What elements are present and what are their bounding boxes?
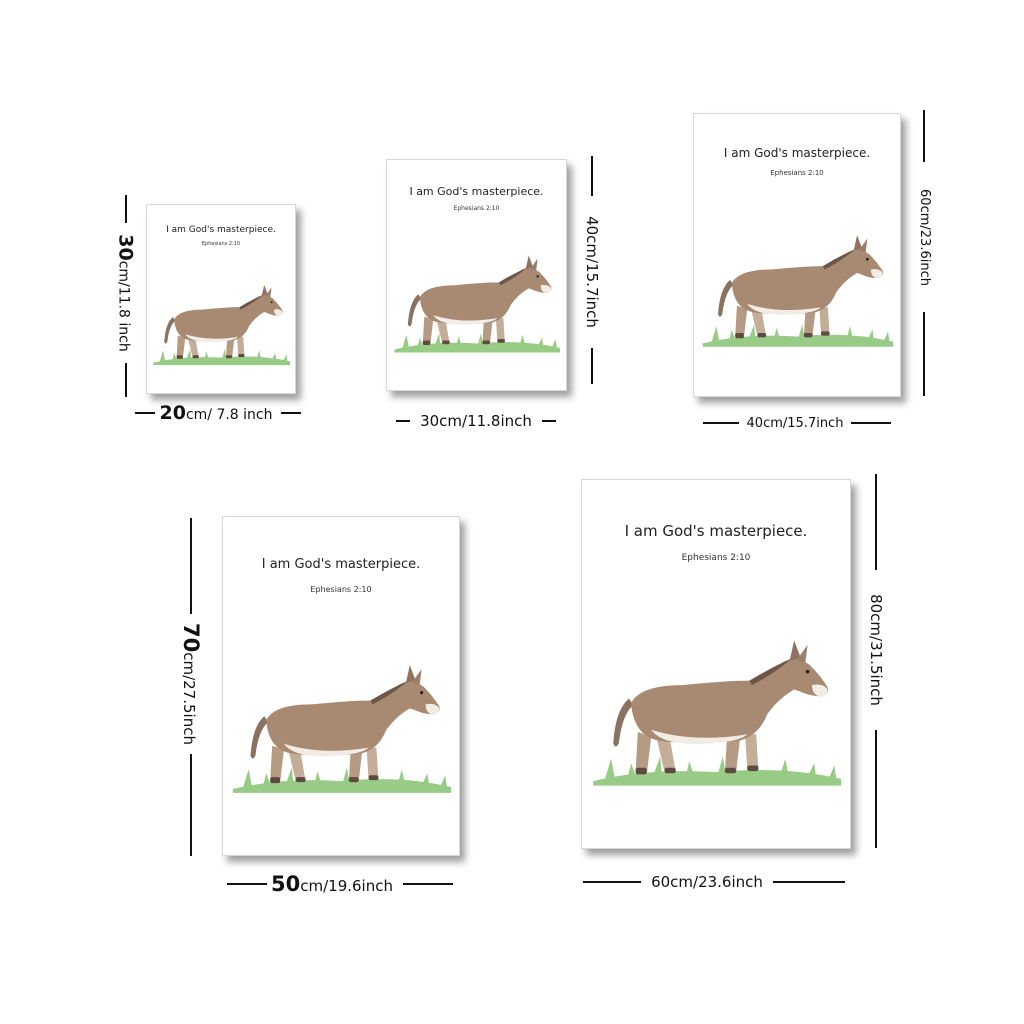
- height-dimension-40x60: 60cm/23.6inch: [912, 110, 936, 396]
- height-label-number: 30: [115, 234, 137, 261]
- poster-quote: I am God's masterpiece.: [624, 522, 808, 540]
- width-dimension-50x70: 50cm/19.6inch: [222, 872, 458, 896]
- height-label: 40cm/15.7inch: [583, 216, 602, 328]
- poster-reference: Ephesians 2:10: [310, 585, 372, 594]
- width-dimension-40x60: 40cm/15.7inch: [694, 412, 900, 434]
- poster-quote: I am God's masterpiece.: [723, 146, 871, 160]
- height-label-unit: cm/27.5inch: [180, 652, 199, 745]
- poster-60x80: I am God's masterpiece. Ephesians 2:10: [581, 479, 851, 849]
- height-dimension-50x70: 70cm/27.5inch: [178, 518, 204, 856]
- poster-40x60: I am God's masterpiece. Ephesians 2:10: [693, 113, 901, 397]
- donkey-illustration-icon: [223, 645, 459, 813]
- poster-quote: I am God's masterpiece.: [261, 557, 421, 572]
- width-label-number: 50: [271, 872, 301, 896]
- width-label: 30cm/11.8inch: [420, 412, 532, 430]
- height-label-unit: cm/11.8 inch: [116, 260, 132, 352]
- height-dimension-20x30: 30cm/11.8 inch: [114, 192, 138, 400]
- height-label: 80cm/31.5inch: [867, 594, 886, 706]
- poster-50x70: I am God's masterpiece. Ephesians 2:10: [222, 516, 460, 856]
- donkey-illustration-icon: [582, 620, 850, 806]
- height-label: 60cm/23.6inch: [916, 188, 932, 286]
- width-dimension-30x40: 30cm/11.8inch: [386, 410, 566, 432]
- height-dimension-30x40: 40cm/15.7inch: [580, 152, 604, 388]
- width-label: 60cm/23.6inch: [651, 873, 763, 891]
- width-label-unit: cm/ 7.8 inch: [185, 407, 273, 423]
- width-dimension-20x30: 20cm/ 7.8 inch: [134, 402, 302, 424]
- poster-reference: Ephesians 2:10: [681, 553, 751, 563]
- width-label: 40cm/15.7inch: [746, 415, 844, 431]
- width-label-unit: cm/19.6inch: [300, 877, 393, 895]
- height-dimension-60x80: 80cm/31.5inch: [864, 474, 888, 848]
- donkey-illustration-icon: [694, 222, 900, 360]
- width-label-number: 20: [159, 402, 186, 424]
- width-dimension-60x80: 60cm/23.6inch: [580, 870, 848, 894]
- height-label-number: 70: [179, 623, 204, 653]
- poster-reference: Ephesians 2:10: [770, 169, 824, 177]
